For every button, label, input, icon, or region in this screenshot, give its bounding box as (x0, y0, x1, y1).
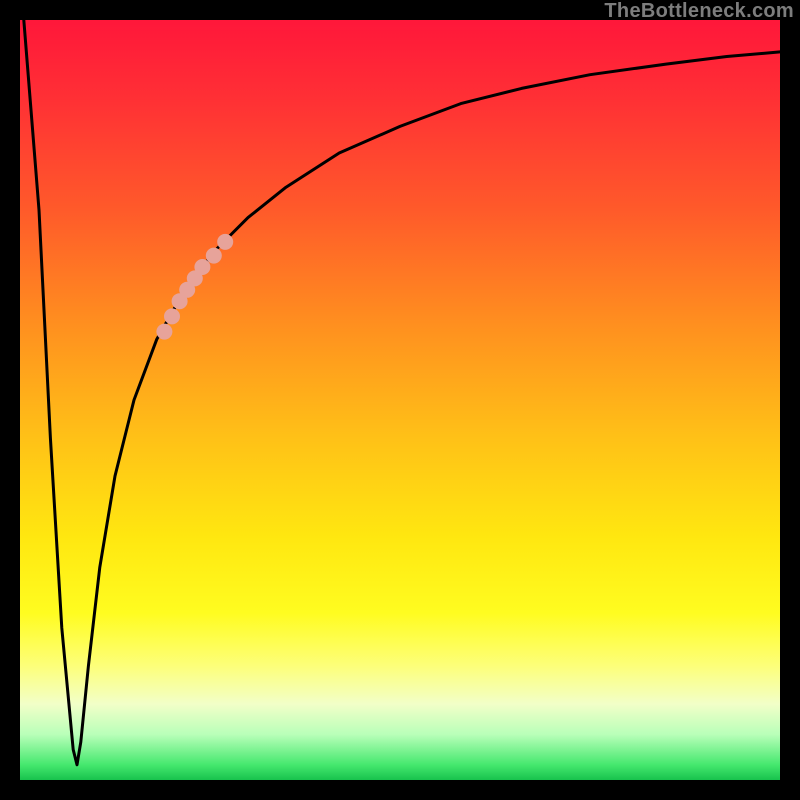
highlight-segment (156, 234, 233, 340)
plot-area (20, 20, 780, 780)
highlight-dot (156, 324, 172, 340)
attribution-text: TheBottleneck.com (604, 0, 794, 23)
highlight-dot (206, 248, 222, 264)
curve-layer (20, 20, 780, 780)
bottleneck-curve (24, 20, 780, 765)
highlight-dot (194, 259, 210, 275)
highlight-dot (164, 308, 180, 324)
highlight-dot (217, 234, 233, 250)
chart-frame: TheBottleneck.com (0, 0, 800, 800)
